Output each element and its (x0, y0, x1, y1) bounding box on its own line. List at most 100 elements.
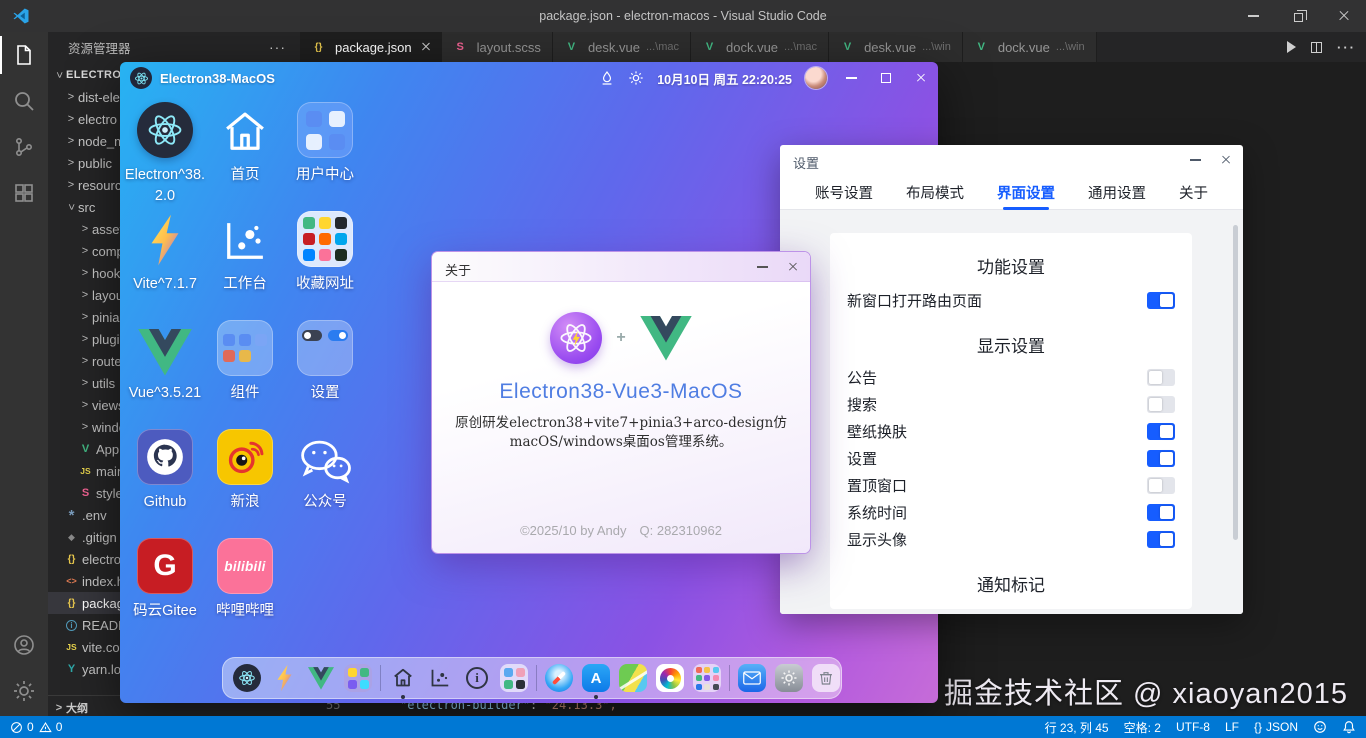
restore-icon[interactable] (1276, 0, 1321, 32)
tab-close-icon[interactable] (422, 43, 430, 51)
notifications-bell-icon[interactable] (1342, 720, 1356, 734)
toggle-search[interactable] (1147, 396, 1175, 413)
explorer-icon[interactable] (0, 32, 48, 78)
settings-tab-layout[interactable]: 布局模式 (906, 175, 964, 210)
desktop-icon-user-center[interactable]: 用户中心 (283, 100, 367, 186)
warnings-indicator[interactable]: 0 (39, 720, 63, 734)
dock-electron-icon[interactable] (232, 663, 262, 693)
settings-scrollbar[interactable] (1233, 225, 1238, 540)
dock-workbench-icon[interactable] (425, 663, 455, 693)
desktop-icon-settings[interactable]: 设置 (283, 318, 367, 404)
explorer-title: 资源管理器 (68, 38, 131, 57)
toggle-avatar[interactable] (1147, 531, 1175, 548)
app-close-icon[interactable] (910, 62, 932, 94)
wallpaper-skin-icon[interactable] (599, 70, 615, 86)
settings-tab-interface[interactable]: 界面设置 (997, 175, 1055, 210)
settings-tab-general[interactable]: 通用设置 (1088, 175, 1146, 210)
dock-about-info-icon[interactable] (462, 663, 492, 693)
vue-icon (138, 329, 192, 376)
tab-layout-scss[interactable]: layout.scss (442, 32, 553, 62)
app-maximize-icon[interactable] (875, 62, 897, 94)
dock-vite-icon[interactable] (269, 663, 299, 693)
dock-mail-icon[interactable] (737, 663, 767, 693)
desktop-icon-vite[interactable]: Vite^7.1.7 (123, 209, 207, 295)
about-minimize-icon[interactable] (747, 252, 777, 282)
avatar[interactable] (805, 67, 827, 89)
setting-row-avatar: 显示头像 (830, 526, 1192, 553)
dock-launchpad-icon[interactable] (692, 663, 722, 693)
desktop-icon-weibo[interactable]: 新浪 (203, 427, 287, 513)
account-icon[interactable] (0, 622, 48, 668)
indentation[interactable]: 空格: 2 (1124, 719, 1161, 736)
chevron-icon (65, 200, 77, 214)
errors-indicator[interactable]: 0 (10, 720, 34, 734)
about-window: 关于 + Electron38-Vue3-MacOS 原创研发electron3… (432, 252, 810, 553)
search-icon[interactable] (0, 78, 48, 124)
toggle-system-time[interactable] (1147, 504, 1175, 521)
chevron-icon (52, 702, 66, 714)
plus-sign: + (616, 329, 625, 347)
split-editor-icon[interactable] (1311, 42, 1322, 53)
feedback-icon[interactable] (1313, 720, 1327, 734)
desktop-icon-components[interactable]: 组件 (203, 318, 287, 404)
encoding[interactable]: UTF-8 (1176, 720, 1210, 734)
electron-logo-icon (130, 67, 152, 89)
chevron-icon (78, 311, 92, 323)
eol[interactable]: LF (1225, 720, 1239, 734)
dock-system-settings-icon[interactable] (774, 663, 804, 693)
about-title: 关于 (445, 260, 471, 279)
settings-tab-about[interactable]: 关于 (1179, 175, 1208, 210)
desktop-icon-gitee[interactable]: G 码云Gitee (123, 536, 207, 622)
toggle-new-window[interactable] (1147, 292, 1175, 309)
run-icon[interactable] (1287, 41, 1296, 53)
editor-more-icon[interactable]: ··· (1337, 40, 1356, 55)
tab-desk-vue-win[interactable]: desk.vue...\win (829, 32, 963, 62)
extensions-icon[interactable] (0, 170, 48, 216)
dock-widgets-icon[interactable] (343, 663, 373, 693)
desktop-icon-favorites[interactable]: 收藏网址 (283, 209, 367, 295)
about-app-name: Electron38-Vue3-MacOS (432, 380, 810, 404)
minimize-icon[interactable] (1231, 0, 1276, 32)
toggle-settings[interactable] (1147, 450, 1175, 467)
dock-vue-icon[interactable] (306, 663, 336, 693)
app-settings-gear-icon[interactable] (628, 70, 644, 86)
tab-package-json[interactable]: package.json (300, 32, 442, 62)
sass-file-icon (78, 487, 93, 499)
desktop-icon-bilibili[interactable]: bilibili 哔哩哔哩 (203, 536, 287, 622)
toggle-wallpaper[interactable] (1147, 423, 1175, 440)
toggle-announcement[interactable] (1147, 369, 1175, 386)
watermark: 掘金技术社区 @ xiaoyan2015 (944, 670, 1348, 712)
language-mode[interactable]: {}JSON (1254, 720, 1298, 734)
dock-safari-icon[interactable] (544, 663, 574, 693)
cursor-position[interactable]: 行 23, 列 45 (1045, 719, 1109, 736)
tab-dock-vue-mac[interactable]: dock.vue...\mac (691, 32, 829, 62)
system-clock[interactable]: 10月10日 周五 22:20:25 (657, 69, 792, 88)
close-icon[interactable] (1321, 0, 1366, 32)
about-description: 原创研发electron38+vite7+pinia3+arco-design仿… (446, 414, 796, 452)
dock-trash-icon[interactable] (811, 663, 841, 693)
desktop-icon-github[interactable]: Github (123, 427, 207, 513)
settings-minimize-icon[interactable] (1180, 145, 1210, 175)
tab-desk-vue-mac[interactable]: desk.vue...\mac (553, 32, 691, 62)
desktop-icon-home[interactable]: 首页 (203, 100, 287, 186)
settings-gear-icon[interactable] (0, 668, 48, 714)
settings-close-icon[interactable] (1211, 145, 1241, 175)
dock-maps-icon[interactable] (618, 663, 648, 693)
dock-home-icon[interactable] (388, 663, 418, 693)
dock-user-center-icon[interactable] (499, 663, 529, 693)
desktop-icon-electron[interactable]: Electron^38.2.0 (123, 100, 207, 207)
desktop-icon-workbench[interactable]: 工作台 (203, 209, 287, 295)
source-control-icon[interactable] (0, 124, 48, 170)
toggle-pin-window[interactable] (1147, 477, 1175, 494)
about-close-icon[interactable] (778, 252, 808, 282)
dock-photos-icon[interactable] (655, 663, 685, 693)
tab-dock-vue-win[interactable]: dock.vue...\win (963, 32, 1097, 62)
settings-tab-account[interactable]: 账号设置 (815, 175, 873, 210)
vue-file-icon (78, 443, 93, 455)
app-minimize-icon[interactable] (840, 62, 862, 94)
desktop-icon-vue[interactable]: Vue^3.5.21 (123, 318, 207, 404)
explorer-more-icon[interactable]: ··· (269, 39, 286, 55)
desktop-icon-wechat[interactable]: 公众号 (283, 427, 367, 513)
dock-appstore-icon[interactable] (581, 663, 611, 693)
activity-bar (0, 32, 48, 716)
